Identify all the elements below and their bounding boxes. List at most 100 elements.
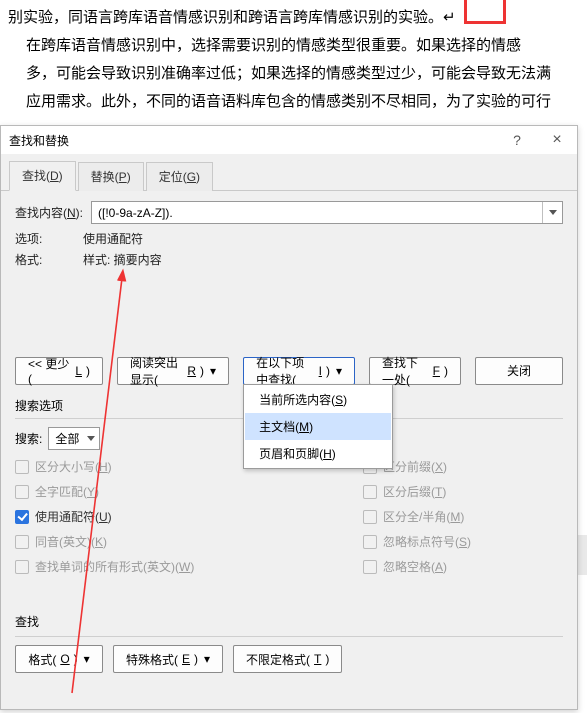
special-format-button[interactable]: 特殊格式(E) ▾: [113, 645, 223, 673]
find-replace-dialog: 查找和替换 ? × 查找(D) 替换(P) 定位(G) 查找内容(N): 选项:…: [0, 125, 578, 710]
menu-item-header-footer[interactable]: 页眉和页脚(H): [245, 440, 391, 467]
af-key: W: [179, 560, 190, 574]
dialog-titlebar[interactable]: 查找和替换 ? ×: [1, 126, 577, 154]
checkbox-homophone: [15, 535, 29, 549]
tab-replace[interactable]: 替换(P): [78, 162, 144, 191]
dialog-title: 查找和替换: [9, 132, 69, 149]
opt-width: 区分全/半角(M): [363, 508, 563, 525]
pf-key: X: [435, 460, 443, 474]
find-in-button[interactable]: 在以下项中查找(I) ▾: [243, 357, 355, 385]
find-label-suf: ):: [76, 206, 83, 220]
scope-value: 全部: [55, 430, 79, 447]
af-pre: 查找单词的所有形式(英文)(: [35, 560, 179, 574]
pc-suf: ): [467, 535, 471, 549]
doc-line-1: 别实验，同语言跨库语音情感识别和跨语言跨库情感识别的实验。↵: [8, 4, 579, 32]
wd-key: M: [450, 510, 460, 524]
fn-suf: ): [444, 364, 448, 378]
fmt-suf: ): [74, 652, 78, 666]
find-content-combo[interactable]: [91, 201, 563, 224]
footer-find-label: 查找: [15, 613, 563, 630]
reading-highlight-button[interactable]: 阅读突出显示( R) ▾: [117, 357, 229, 385]
format-button[interactable]: 格式(O) ▾: [15, 645, 103, 673]
chevron-down-icon: ▾: [204, 652, 210, 666]
chevron-down-icon: [87, 436, 95, 441]
no-format-button[interactable]: 不限定格式(T): [233, 645, 342, 673]
close-dialog-button[interactable]: 关闭: [475, 357, 563, 385]
chevron-down-icon: ▾: [336, 364, 342, 378]
less-key: L: [75, 364, 82, 378]
wc-pre: 使用通配符(: [35, 510, 99, 524]
reading-key: R: [187, 364, 196, 378]
menu-item-main-doc[interactable]: 主文档(M): [245, 413, 391, 440]
wd-suf: ): [460, 510, 464, 524]
format-value: 样式: 摘要内容: [83, 251, 162, 268]
opt-wildcard[interactable]: 使用通配符(U): [15, 508, 215, 525]
case-pre: 区分大小写(: [35, 460, 99, 474]
find-in-key: I: [319, 364, 322, 378]
close-button[interactable]: ×: [537, 126, 577, 154]
checkbox-case: [15, 460, 29, 474]
sp-pre: 忽略空格(: [383, 560, 435, 574]
chevron-down-icon: ▾: [210, 364, 216, 378]
whole-key: Y: [87, 485, 95, 499]
doc-line-4: 应用需求。此外，不同的语音语料库包含的情感类别不尽相同，为了实验的可行: [8, 88, 579, 116]
fmt-key: O: [60, 652, 69, 666]
tab-find-suf: ): [59, 169, 63, 183]
checkbox-wildcard[interactable]: [15, 510, 29, 524]
less-pre: << 更少(: [28, 355, 71, 386]
format-info-row: 格式: 样式: 摘要内容: [15, 251, 563, 268]
tab-replace-pre: 替换(: [91, 170, 119, 184]
less-button[interactable]: << 更少(L): [15, 357, 103, 385]
tab-find-key: D: [50, 169, 59, 183]
mi2-key: M: [299, 420, 309, 434]
checkbox-whole: [15, 485, 29, 499]
reading-suf: ): [200, 364, 204, 378]
tab-replace-key: P: [119, 170, 127, 184]
mi1-pre: 当前所选内容(: [259, 393, 335, 407]
find-content-row: 查找内容(N):: [15, 201, 563, 224]
find-content-label: 查找内容(N):: [15, 204, 83, 221]
tab-find[interactable]: 查找(D): [9, 161, 76, 191]
separator-footer: [15, 636, 563, 637]
options-value: 使用通配符: [83, 230, 143, 247]
options-col-right: 区分前缀(X) 区分后缀(T) 区分全/半角(M) 忽略标点符号(S) 忽略空格…: [363, 458, 563, 575]
options-col-left: 区分大小写(H) 全字匹配(Y) 使用通配符(U) 同音(英文)(K) 查找单词…: [15, 458, 215, 575]
mi1-suf: ): [343, 393, 347, 407]
mi3-pre: 页眉和页脚(: [259, 447, 323, 461]
find-in-suf: ): [326, 364, 330, 378]
checkbox-punct: [363, 535, 377, 549]
main-button-row: << 更少( L) 阅读突出显示( R) ▾ 在以下项中查找(I) ▾ 当前所选内容…: [15, 356, 563, 385]
tab-goto-suf: ): [196, 170, 200, 184]
hp-pre: 同音(英文)(: [35, 535, 95, 549]
menu-item-selection[interactable]: 当前所选内容(S): [245, 386, 391, 413]
case-key: H: [99, 460, 108, 474]
scope-select[interactable]: 全部: [48, 427, 100, 450]
reading-pre: 阅读突出显示(: [130, 354, 183, 388]
find-content-dropdown[interactable]: [542, 202, 562, 223]
find-in-wrap: 在以下项中查找(I) ▾ 当前所选内容(S) 主文档(M) 页眉和页脚(H): [243, 356, 355, 385]
fn-pre: 查找下一处(: [382, 354, 429, 388]
opt-case: 区分大小写(H): [15, 458, 215, 475]
tab-goto[interactable]: 定位(G): [146, 162, 213, 191]
opt-homophone: 同音(英文)(K): [15, 533, 215, 550]
find-next-button[interactable]: 查找下一处( F): [369, 357, 461, 385]
doc-line-3: 多，可能会导致识别准确率过低；如果选择的情感类型过少，可能会导致无法满: [8, 60, 579, 88]
checkbox-space: [363, 560, 377, 574]
checkbox-width: [363, 510, 377, 524]
dialog-body: 查找内容(N): 选项: 使用通配符 格式: 样式: 摘要内容 << 更少(L)…: [1, 191, 577, 709]
tab-replace-suf: ): [127, 170, 131, 184]
opt-suffix: 区分后缀(T): [363, 483, 563, 500]
fn-key: F: [433, 364, 440, 378]
wd-pre: 区分全/半角(: [383, 510, 450, 524]
find-content-input[interactable]: [92, 202, 542, 223]
case-suf: ): [108, 460, 112, 474]
sp-suf: ): [443, 560, 447, 574]
help-button[interactable]: ?: [497, 126, 537, 154]
wc-key: U: [99, 510, 108, 524]
opt-all-forms: 查找单词的所有形式(英文)(W): [15, 558, 215, 575]
options-grid: 区分大小写(H) 全字匹配(Y) 使用通配符(U) 同音(英文)(K) 查找单词…: [15, 458, 563, 575]
hp-key: K: [95, 535, 103, 549]
spc-suf: ): [194, 652, 198, 666]
dialog-tabs: 查找(D) 替换(P) 定位(G): [1, 154, 577, 191]
mi3-suf: ): [332, 447, 336, 461]
